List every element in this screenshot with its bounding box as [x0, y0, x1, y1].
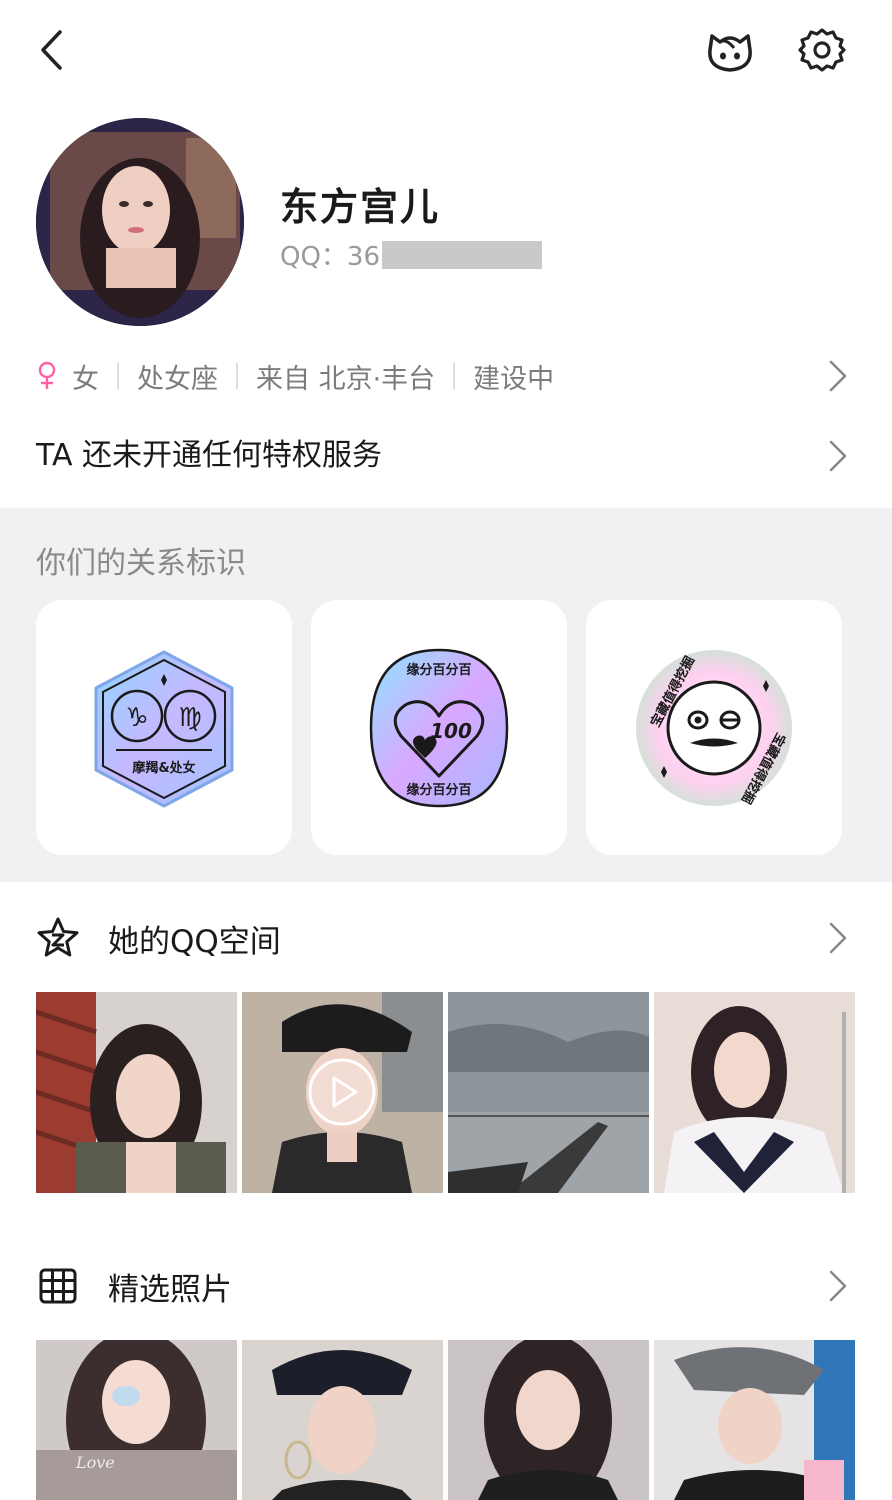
featured-photo[interactable]	[242, 1340, 443, 1500]
pet-face-icon	[708, 34, 752, 72]
chevron-right-icon[interactable]	[826, 358, 850, 394]
gear-icon	[798, 28, 846, 72]
qzone-photo[interactable]	[36, 992, 237, 1193]
privilege-row[interactable]: TA 还未开通任何特权服务	[36, 430, 382, 474]
qzone-photo-row	[36, 992, 856, 1193]
heart-badge-caption-top: 缘分百分百	[406, 662, 471, 678]
svg-text:♍: ♍	[178, 703, 201, 733]
divider	[453, 363, 456, 389]
treasure-face-badge-icon: 宝藏值得挖掘 宝藏值得挖掘	[636, 650, 792, 807]
avatar-photo	[36, 118, 244, 326]
qzone-photo[interactable]	[448, 992, 649, 1193]
featured-photo-row: Love	[36, 1340, 856, 1500]
profile-info-row[interactable]: 女 处女座 来自 北京·丰台 建设中	[36, 350, 856, 402]
featured-photos-title: 精选照片	[108, 1271, 232, 1308]
zodiac-badge-icon: ♑ ♍ 摩羯&处女	[94, 650, 234, 808]
play-icon-ring	[308, 1058, 376, 1126]
qq-number: QQ：36	[280, 236, 543, 273]
location-text: 来自 北京·丰台	[256, 363, 436, 395]
qzone-photo[interactable]	[654, 992, 855, 1193]
avatar[interactable]	[36, 118, 244, 326]
chevron-right-icon[interactable]	[826, 1268, 850, 1304]
qzone-title: 她的QQ空间	[108, 923, 281, 960]
chevron-left-icon	[41, 30, 62, 70]
top-bar	[0, 0, 892, 100]
divider	[117, 363, 119, 389]
zodiac-text: 处女座	[137, 363, 218, 395]
gender-text: 女	[72, 363, 99, 395]
qzone-star-icon	[37, 917, 79, 957]
qq-number-prefix: QQ：36	[280, 242, 381, 272]
relationship-title: 你们的关系标识	[36, 546, 246, 581]
heart-100-badge-icon: 100 缘分百分百 缘分百分百	[369, 648, 509, 808]
featured-photo[interactable]: Love	[36, 1340, 237, 1500]
treasure-badge-card[interactable]: 宝藏值得挖掘 宝藏值得挖掘	[586, 600, 842, 855]
back-button[interactable]	[30, 26, 78, 74]
heart-100-value: 100	[430, 719, 472, 743]
qzone-video[interactable]	[242, 992, 443, 1193]
nickname: 东方宫儿	[280, 185, 441, 229]
svg-text:Love: Love	[75, 1453, 115, 1472]
chevron-right-icon[interactable]	[826, 920, 850, 956]
featured-photos-header[interactable]: 精选照片	[36, 1256, 856, 1316]
chevron-right-icon[interactable]	[826, 438, 850, 474]
featured-photo[interactable]	[654, 1340, 855, 1500]
pet-button[interactable]	[704, 26, 756, 74]
grid-icon	[39, 1268, 77, 1304]
zodiac-badge-card[interactable]: ♑ ♍ 摩羯&处女	[36, 600, 292, 855]
settings-button[interactable]	[798, 26, 846, 74]
featured-photo[interactable]	[448, 1340, 649, 1500]
love-100-badge-card[interactable]: 100 缘分百分百 缘分百分百	[311, 600, 567, 855]
divider	[236, 363, 238, 389]
status-text: 建设中	[473, 363, 555, 395]
female-icon	[38, 361, 56, 389]
svg-text:♑: ♑	[125, 703, 148, 733]
heart-badge-caption-bottom: 缘分百分百	[406, 782, 471, 798]
relationship-section: 你们的关系标识 ♑ ♍ 摩羯&处女 100 缘分百分百 缘分百分百 宝藏值得挖掘…	[0, 508, 892, 882]
qq-number-redaction	[382, 240, 543, 269]
qzone-header[interactable]: 她的QQ空间	[36, 908, 856, 968]
zodiac-badge-caption: 摩羯&处女	[132, 760, 195, 776]
